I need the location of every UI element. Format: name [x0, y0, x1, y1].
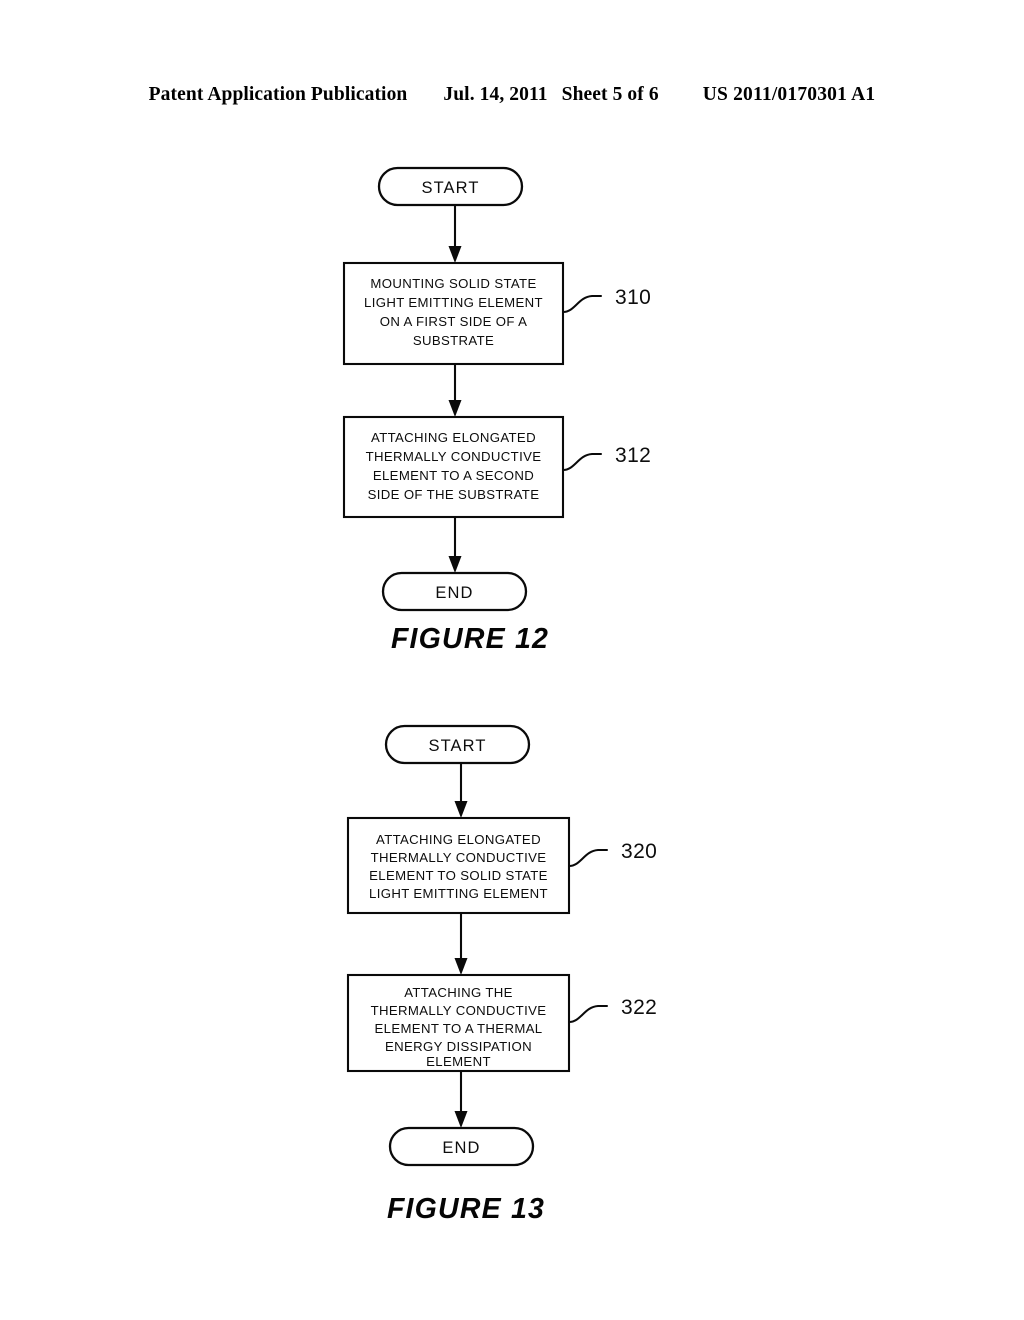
- step-322-line-2: THERMALLY CONDUCTIVE: [371, 1003, 547, 1018]
- end-terminal-label: END: [435, 584, 473, 602]
- arrowhead-icon: [448, 400, 462, 417]
- step-312-line-3: ELEMENT TO A SECOND: [373, 468, 534, 483]
- figure-12-connector-312-to-end: [448, 517, 462, 573]
- leader-line-320: [568, 849, 608, 867]
- step-320-line-4: LIGHT EMITTING ELEMENT: [369, 886, 548, 901]
- figure-13-end-terminal: END: [388, 1126, 535, 1167]
- arrowhead-icon: [448, 556, 462, 573]
- step-310-line-2: LIGHT EMITTING ELEMENT: [364, 295, 543, 310]
- step-312-line-4: SIDE OF THE SUBSTRATE: [368, 487, 540, 502]
- step-320-line-2: THERMALLY CONDUCTIVE: [371, 850, 547, 865]
- arrowhead-icon: [454, 1111, 468, 1128]
- step-312-line-2: THERMALLY CONDUCTIVE: [366, 449, 542, 464]
- leader-line-322: [568, 1005, 608, 1023]
- figure-12-connector-310-to-312: [448, 364, 462, 417]
- start-terminal-label: START: [428, 737, 486, 755]
- step-322-line-4: ENERGY DISSIPATION: [385, 1039, 532, 1054]
- figure-13-connector-320-to-322: [454, 913, 468, 975]
- figure-13-step-320: ATTACHING ELONGATED THERMALLY CONDUCTIVE…: [346, 816, 657, 915]
- reference-numeral-310: 310: [615, 286, 651, 309]
- arrowhead-icon: [454, 958, 468, 975]
- figure-12-step-310: MOUNTING SOLID STATE LIGHT EMITTING ELEM…: [342, 261, 651, 366]
- step-310-line-1: MOUNTING SOLID STATE: [370, 276, 536, 291]
- step-310-line-3: ON A FIRST SIDE OF A: [380, 314, 527, 329]
- step-320-line-3: ELEMENT TO SOLID STATE: [369, 868, 548, 883]
- figure-13-start-terminal: START: [384, 724, 531, 765]
- figure-13-connector-start-to-320: [454, 763, 468, 818]
- leader-line-312: [562, 453, 602, 471]
- figure-12-flowchart: START MOUNTING SOLID STATE LIGHT EMITTIN…: [342, 166, 651, 655]
- figure-12-step-312: ATTACHING ELONGATED THERMALLY CONDUCTIVE…: [342, 415, 651, 519]
- figure-12-start-terminal: START: [377, 166, 524, 207]
- reference-numeral-322: 322: [621, 996, 657, 1019]
- step-322-line-5: ELEMENT: [426, 1054, 491, 1069]
- figure-13-flowchart: START ATTACHING ELONGATED THERMALLY COND…: [346, 724, 657, 1225]
- figure-12-connector-start-to-310: [448, 205, 462, 263]
- step-322-line-1: ATTACHING THE: [404, 985, 513, 1000]
- step-320-line-1: ATTACHING ELONGATED: [376, 832, 541, 847]
- figure-13-connector-322-to-end: [454, 1071, 468, 1128]
- end-terminal-label: END: [442, 1139, 480, 1157]
- arrowhead-icon: [448, 246, 462, 263]
- figure-12-end-terminal: END: [381, 571, 528, 612]
- step-322-line-3: ELEMENT TO A THERMAL: [375, 1021, 543, 1036]
- figure-13-step-322: ATTACHING THE THERMALLY CONDUCTIVE ELEME…: [346, 973, 657, 1073]
- leader-line-310: [562, 295, 602, 313]
- patent-drawing-sheet: START MOUNTING SOLID STATE LIGHT EMITTIN…: [342, 166, 657, 1225]
- start-terminal-label: START: [421, 179, 479, 197]
- step-310-line-4: SUBSTRATE: [413, 333, 494, 348]
- figure-13-caption: FIGURE 13: [387, 1193, 545, 1225]
- step-312-line-1: ATTACHING ELONGATED: [371, 430, 536, 445]
- figure-12-caption: FIGURE 12: [391, 623, 549, 655]
- arrowhead-icon: [454, 801, 468, 818]
- reference-numeral-312: 312: [615, 444, 651, 467]
- reference-numeral-320: 320: [621, 840, 657, 863]
